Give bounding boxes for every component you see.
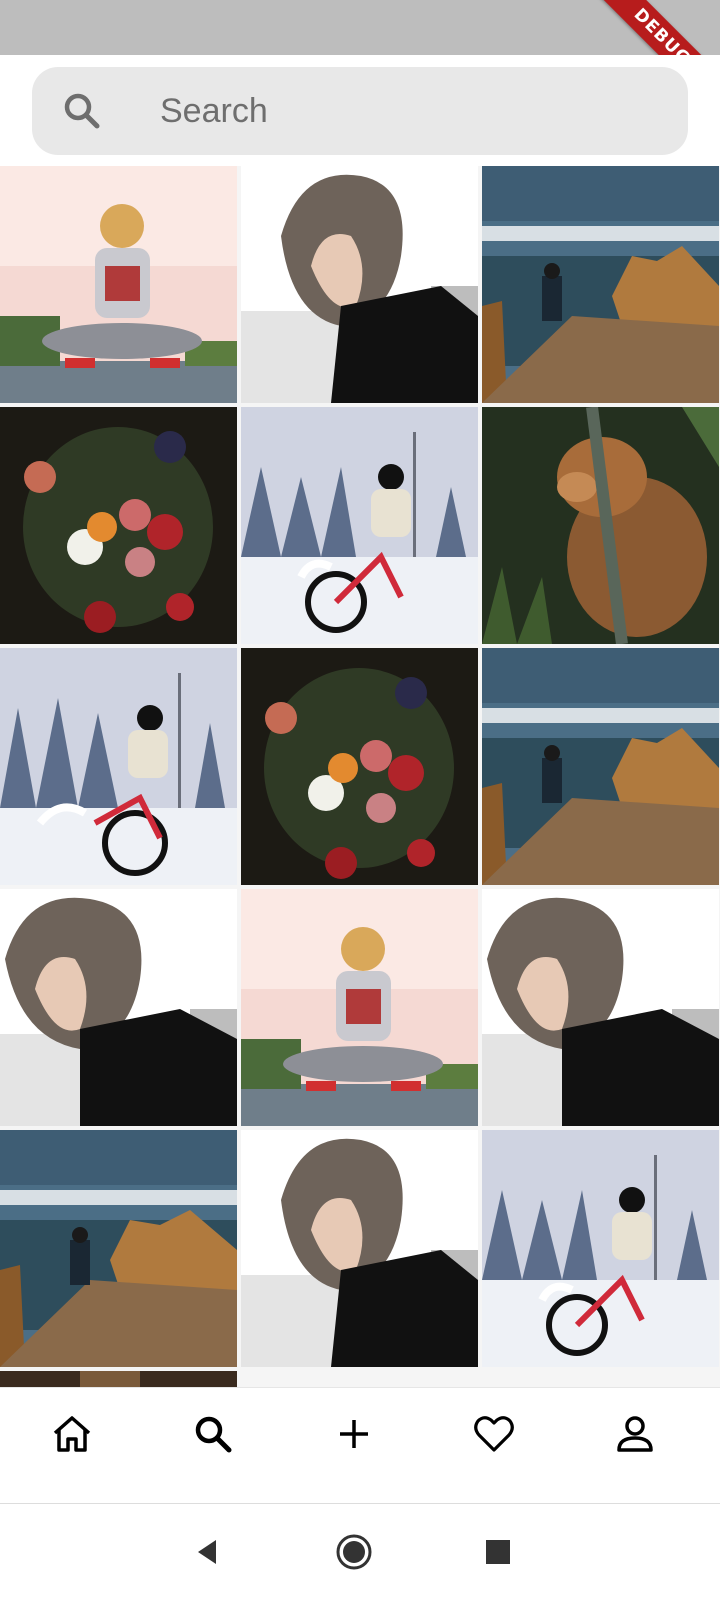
photo-tile-woman-short-hair-profile[interactable]: [0, 889, 237, 1126]
photo-tile-flower-bouquet-dark[interactable]: [0, 407, 237, 644]
photo-tile-woman-short-hair-profile[interactable]: [482, 889, 719, 1126]
search-input[interactable]: [160, 85, 660, 137]
photo-tile-woman-sitting-harbor[interactable]: [0, 166, 237, 403]
home-circle-icon[interactable]: [334, 1532, 374, 1572]
search-icon: [60, 89, 104, 133]
nav-likes[interactable]: [468, 1408, 520, 1460]
profile-icon: [617, 1416, 653, 1452]
add-icon: [340, 1420, 368, 1448]
search-icon: [195, 1416, 232, 1453]
back-icon[interactable]: [188, 1532, 228, 1572]
photo-tile-flower-bouquet-dark[interactable]: [241, 648, 478, 885]
photo-grid: [0, 166, 720, 1387]
photo-tile-woman-sitting-harbor[interactable]: [241, 889, 478, 1126]
home-icon: [53, 1416, 91, 1452]
photo-tile-lion-cub-grass[interactable]: [482, 407, 719, 644]
photo-tile-man-on-stairs-coast[interactable]: [482, 648, 719, 885]
nav-search[interactable]: [187, 1408, 239, 1460]
nav-home[interactable]: [46, 1408, 98, 1460]
recents-icon[interactable]: [478, 1532, 518, 1572]
nav-profile[interactable]: [609, 1408, 661, 1460]
system-navigation-bar: [0, 1503, 720, 1601]
heart-icon: [474, 1416, 514, 1452]
photo-tile-cyclist-snow[interactable]: [241, 407, 478, 644]
search-header: [0, 55, 720, 166]
photo-tile-partial[interactable]: [0, 1371, 237, 1387]
photo-tile-man-on-stairs-coast[interactable]: [482, 166, 719, 403]
photo-tile-woman-short-hair-profile[interactable]: [241, 166, 478, 403]
photo-tile-man-on-stairs-coast[interactable]: [0, 1130, 237, 1367]
photo-tile-cyclist-snow[interactable]: [482, 1130, 719, 1367]
photo-tile-cyclist-snow[interactable]: [0, 648, 237, 885]
nav-add[interactable]: [328, 1408, 380, 1460]
photo-tile-woman-short-hair-profile[interactable]: [241, 1130, 478, 1367]
search-bar[interactable]: [32, 67, 688, 155]
bottom-navigation: [0, 1387, 720, 1504]
